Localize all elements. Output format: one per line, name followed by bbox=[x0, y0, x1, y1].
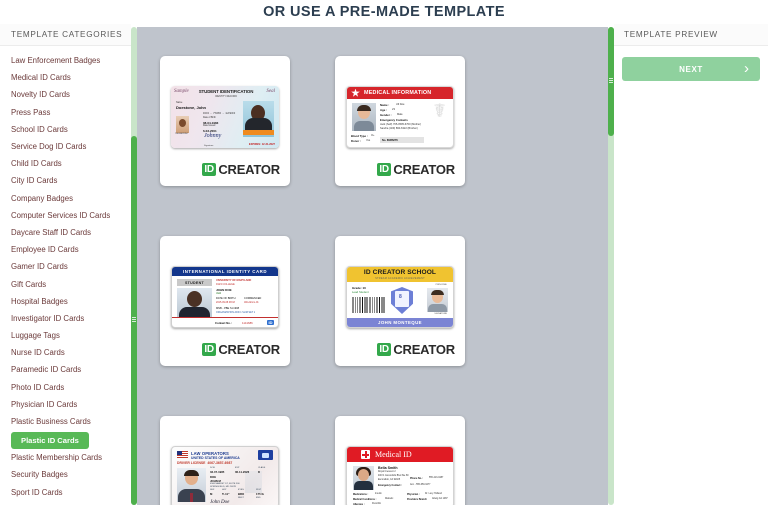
sidebar-item-school-id-cards[interactable]: School ID Cards bbox=[0, 121, 131, 138]
sidebar-item-security-badges[interactable]: Security Badges bbox=[0, 466, 131, 483]
template-card-student-identification[interactable]: Sample Seal STUDENT IDENTIFICATION IDENTI… bbox=[160, 56, 290, 186]
sidebar-item-daycare-staff-id-cards[interactable]: Daycare Staff ID Cards bbox=[0, 224, 131, 241]
sidebar-item-plastic-id-cards[interactable]: Plastic ID Cards bbox=[11, 432, 89, 450]
idcreator-watermark: ID CREATOR bbox=[335, 162, 455, 177]
sidebar-item-nurse-id-cards[interactable]: Nurse ID Cards bbox=[0, 344, 131, 361]
template-row: Sample Seal STUDENT IDENTIFICATION IDENTI… bbox=[160, 56, 608, 186]
template-gallery: Sample Seal STUDENT IDENTIFICATION IDENTI… bbox=[137, 27, 608, 505]
sidebar-item-press-pass[interactable]: Press Pass bbox=[0, 104, 131, 121]
sidebar-item-photo-id-cards[interactable]: Photo ID Cards bbox=[0, 379, 131, 396]
sidebar-item-computer-services-id-cards[interactable]: Computer Services ID Cards bbox=[0, 207, 131, 224]
scroll-grip-icon bbox=[132, 316, 136, 323]
template-card-medical-id[interactable]: Medical ID Bella Smith Royal Crescent 2 … bbox=[335, 416, 465, 505]
sidebar-item-paramedic-id-cards[interactable]: Paramedic ID Cards bbox=[0, 361, 131, 378]
template-thumbnail: LAW OPERATORS UNITED STATES OF AMERICA D… bbox=[171, 446, 279, 505]
idcreator-wordmark: CREATOR bbox=[218, 162, 280, 177]
card-art-id-creator-school: ID CREATOR SCHOOL STREAM ACADEMIC ACHIEV… bbox=[346, 266, 454, 328]
category-list: Law Enforcement Badges Medical ID Cards No… bbox=[0, 46, 131, 505]
chevron-right-icon: › bbox=[744, 60, 749, 77]
template-row: LAW OPERATORS UNITED STATES OF AMERICA D… bbox=[160, 416, 608, 505]
sidebar-header: TEMPLATE CATEGORIES bbox=[0, 24, 131, 46]
sidebar-item-employee-id-cards[interactable]: Employee ID Cards bbox=[0, 241, 131, 258]
next-button[interactable]: NEXT › bbox=[622, 57, 760, 81]
idcreator-wordmark: CREATOR bbox=[218, 342, 280, 357]
sidebar-item-investigator-id-cards[interactable]: Investigator ID Cards bbox=[0, 310, 131, 327]
sidebar-item-child-id-cards[interactable]: Child ID Cards bbox=[0, 155, 131, 172]
card-art-medical-id: Medical ID Bella Smith Royal Crescent 2 … bbox=[346, 446, 454, 505]
card-art-law-operators: LAW OPERATORS UNITED STATES OF AMERICA D… bbox=[171, 446, 279, 505]
template-thumbnail: INTERNATIONAL IDENTITY CARD STUDENT UNIV… bbox=[171, 266, 279, 328]
sidebar-item-company-badges[interactable]: Company Badges bbox=[0, 190, 131, 207]
idcreator-watermark: ID CREATOR bbox=[160, 342, 280, 357]
card-art-student: Sample Seal STUDENT IDENTIFICATION IDENTI… bbox=[171, 86, 279, 148]
sidebar-item-plastic-business-cards[interactable]: Plastic Business Cards bbox=[0, 413, 131, 430]
sidebar-item-service-dog-id-cards[interactable]: Service Dog ID Cards bbox=[0, 138, 131, 155]
idcreator-badge-icon: ID bbox=[376, 163, 392, 176]
scroll-grip-icon bbox=[609, 77, 613, 84]
template-picker-page: OR USE A PRE-MADE TEMPLATE TEMPLATE CATE… bbox=[0, 0, 768, 505]
sidebar-item-plastic-membership-cards[interactable]: Plastic Membership Cards bbox=[0, 449, 131, 466]
sidebar-item-sport-id-cards[interactable]: Sport ID Cards bbox=[0, 484, 131, 501]
template-card-id-creator-school[interactable]: ID CREATOR SCHOOL STREAM ACADEMIC ACHIEV… bbox=[335, 236, 465, 366]
template-row: INTERNATIONAL IDENTITY CARD STUDENT UNIV… bbox=[160, 236, 608, 366]
idcreator-watermark: ID CREATOR bbox=[160, 162, 280, 177]
sidebar-item-star-wars-id-cards[interactable]: Star Wars ID Cards bbox=[0, 501, 131, 505]
idcreator-watermark: ID CREATOR bbox=[335, 342, 455, 357]
template-categories-sidebar: TEMPLATE CATEGORIES Law Enforcement Badg… bbox=[0, 24, 131, 505]
page-title: OR USE A PRE-MADE TEMPLATE bbox=[0, 0, 768, 24]
sidebar-item-city-id-cards[interactable]: City ID Cards bbox=[0, 172, 131, 189]
template-thumbnail: Medical ID Bella Smith Royal Crescent 2 … bbox=[346, 446, 454, 505]
template-grid: Sample Seal STUDENT IDENTIFICATION IDENTI… bbox=[137, 27, 608, 505]
idcreator-wordmark: CREATOR bbox=[393, 342, 455, 357]
sidebar-item-medical-id-cards[interactable]: Medical ID Cards bbox=[0, 69, 131, 86]
idcreator-badge-icon: ID bbox=[376, 343, 392, 356]
idcreator-badge-icon: ID bbox=[201, 163, 217, 176]
template-preview-panel: TEMPLATE PREVIEW NEXT › bbox=[614, 24, 768, 505]
template-card-international-identity[interactable]: INTERNATIONAL IDENTITY CARD STUDENT UNIV… bbox=[160, 236, 290, 366]
sidebar-item-luggage-tags[interactable]: Luggage Tags bbox=[0, 327, 131, 344]
idcreator-wordmark: CREATOR bbox=[393, 162, 455, 177]
sidebar-item-hospital-badges[interactable]: Hospital Badges bbox=[0, 293, 131, 310]
template-thumbnail: ID CREATOR SCHOOL STREAM ACADEMIC ACHIEV… bbox=[346, 266, 454, 328]
sidebar-item-novelty-id-cards[interactable]: Novelty ID Cards bbox=[0, 86, 131, 103]
next-button-label: NEXT bbox=[679, 64, 703, 74]
sidebar-item-gamer-id-cards[interactable]: Gamer ID Cards bbox=[0, 258, 131, 275]
idcreator-badge-icon: ID bbox=[201, 343, 217, 356]
sidebar-item-physician-id-cards[interactable]: Physician ID Cards bbox=[0, 396, 131, 413]
sidebar-item-gift-cards[interactable]: Gift Cards bbox=[0, 275, 131, 292]
template-card-medical-information[interactable]: MEDICAL INFORMATION ☤ Name : Jill Doe Ag… bbox=[335, 56, 465, 186]
template-thumbnail: Sample Seal STUDENT IDENTIFICATION IDENTI… bbox=[171, 86, 279, 148]
card-art-medical-information: MEDICAL INFORMATION ☤ Name : Jill Doe Ag… bbox=[346, 86, 454, 148]
sidebar-item-law-enforcement-badges[interactable]: Law Enforcement Badges bbox=[0, 52, 131, 69]
preview-header: TEMPLATE PREVIEW bbox=[614, 24, 768, 46]
card-art-international-identity: INTERNATIONAL IDENTITY CARD STUDENT UNIV… bbox=[171, 266, 279, 328]
template-thumbnail: MEDICAL INFORMATION ☤ Name : Jill Doe Ag… bbox=[346, 86, 454, 148]
template-card-law-operators[interactable]: LAW OPERATORS UNITED STATES OF AMERICA D… bbox=[160, 416, 290, 505]
